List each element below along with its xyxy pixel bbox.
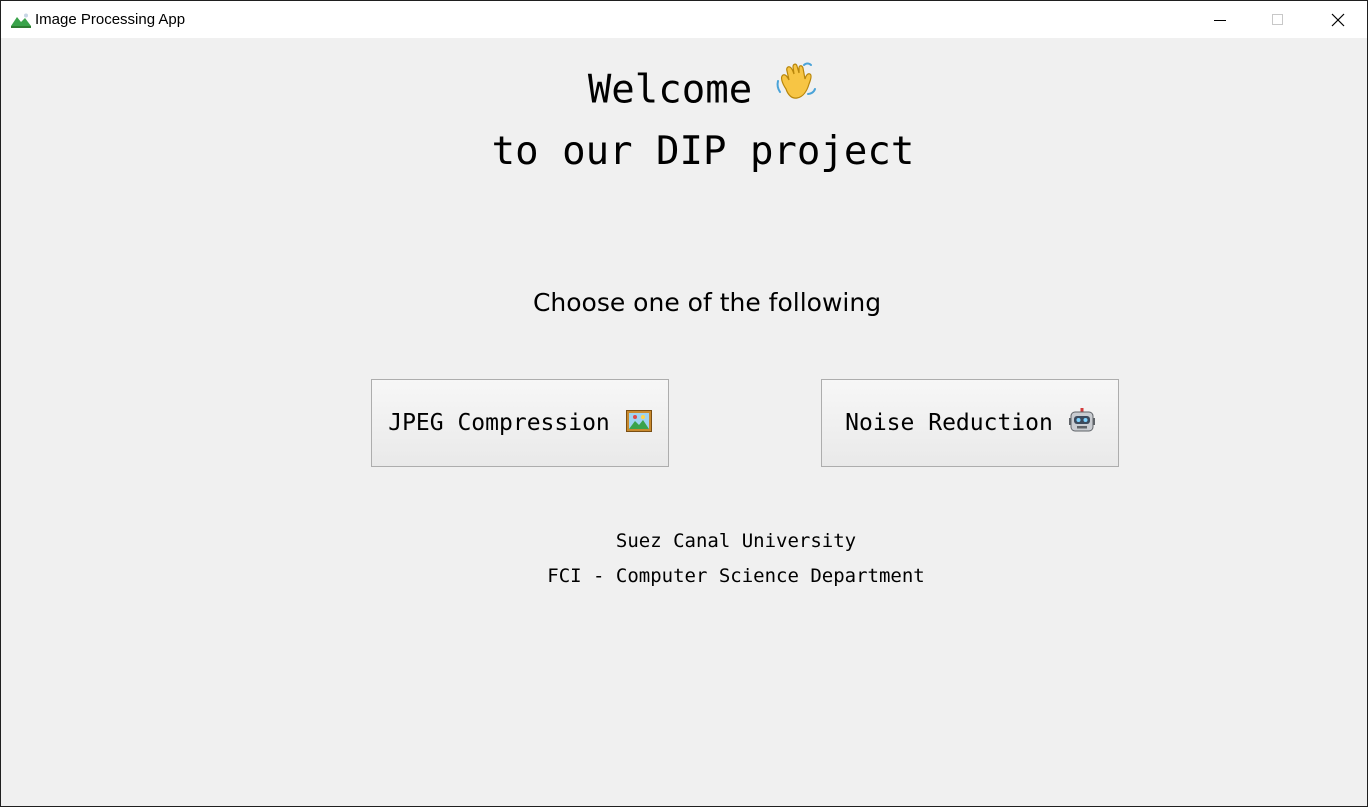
maximize-icon xyxy=(1272,13,1283,25)
choose-prompt: Choose one of the following xyxy=(532,288,882,317)
title-bar[interactable]: Image Processing App xyxy=(1,1,1367,38)
noise-reduction-button[interactable]: Noise Reduction xyxy=(821,379,1119,467)
landscape-icon xyxy=(11,12,31,28)
welcome-subheading: to our DIP project xyxy=(491,129,915,174)
jpeg-compression-button[interactable]: JPEG Compression xyxy=(371,379,669,467)
close-button[interactable] xyxy=(1309,1,1367,38)
minimize-icon xyxy=(1214,19,1226,21)
minimize-button[interactable] xyxy=(1191,1,1249,38)
framed-picture-icon xyxy=(625,410,652,438)
university-name: Suez Canal University xyxy=(615,530,857,552)
robot-icon xyxy=(1068,408,1095,440)
jpeg-compression-label: JPEG Compression xyxy=(388,410,610,436)
welcome-heading: Welcome xyxy=(1,62,1367,121)
main-content: Welcome to our DIP project Choose one of… xyxy=(1,38,1367,806)
welcome-text: Welcome xyxy=(587,67,753,113)
maximize-button[interactable] xyxy=(1249,1,1307,38)
close-icon xyxy=(1331,13,1345,26)
app-window: Image Processing App Welcome to our DIP … xyxy=(0,0,1368,807)
noise-reduction-label: Noise Reduction xyxy=(845,410,1053,436)
waving-hand-icon xyxy=(774,59,818,117)
department-name: FCI - Computer Science Department xyxy=(547,565,925,587)
window-title: Image Processing App xyxy=(35,11,186,28)
